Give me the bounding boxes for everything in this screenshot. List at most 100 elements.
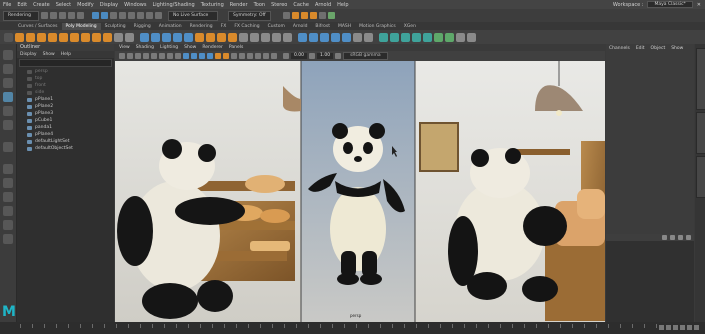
- outliner-item[interactable]: top: [17, 75, 114, 82]
- step-back-icon[interactable]: [666, 325, 671, 330]
- menu-select[interactable]: Select: [53, 2, 74, 8]
- channel-menu-channels[interactable]: Channels: [609, 46, 630, 58]
- layer-move-up-icon[interactable]: [662, 235, 667, 240]
- viewport-menu-shading[interactable]: Shading: [136, 44, 154, 51]
- boolean-icon[interactable]: [173, 32, 182, 42]
- time-slider[interactable]: [0, 322, 705, 334]
- outliner-item[interactable]: persp: [17, 68, 114, 75]
- menu-file[interactable]: File: [0, 2, 14, 8]
- select-object-icon[interactable]: [101, 12, 108, 19]
- exposure-value[interactable]: 0.00: [291, 53, 308, 59]
- platonic-solid-icon[interactable]: [92, 32, 101, 42]
- smooth-shade-icon[interactable]: [191, 53, 197, 59]
- image-plane-icon[interactable]: [135, 53, 141, 59]
- use-all-lights-icon[interactable]: [215, 53, 221, 59]
- fill-hole-icon[interactable]: [228, 32, 237, 42]
- new-layer-selected-icon[interactable]: [686, 235, 691, 240]
- menuset-dropdown[interactable]: Rendering: [3, 10, 39, 21]
- new-layer-icon[interactable]: [678, 235, 683, 240]
- shelf-tab-rendering[interactable]: Rendering: [186, 23, 217, 30]
- offset-edge-icon[interactable]: [320, 32, 329, 42]
- edge-loop-icon[interactable]: [283, 32, 292, 42]
- menu-toon[interactable]: Toon: [251, 2, 269, 8]
- open-scene-icon[interactable]: [50, 12, 57, 19]
- select-component-icon[interactable]: [110, 12, 117, 19]
- arnold-render-view-icon[interactable]: [327, 12, 335, 19]
- xray-icon[interactable]: [263, 53, 269, 59]
- select-tool-icon[interactable]: [3, 50, 13, 60]
- bookmark-icon[interactable]: [127, 53, 133, 59]
- poly-torus-icon[interactable]: [59, 32, 68, 42]
- poly-sphere-icon[interactable]: [15, 32, 24, 42]
- outliner-item[interactable]: pPlane3: [17, 110, 114, 117]
- cleanup-icon[interactable]: [467, 32, 476, 42]
- smooth-icon[interactable]: [162, 32, 171, 42]
- shadows-icon[interactable]: [223, 53, 229, 59]
- four-view-layout-icon[interactable]: [3, 178, 13, 188]
- xray-joints-icon[interactable]: [271, 53, 277, 59]
- camera-attributes-icon[interactable]: [119, 53, 125, 59]
- outliner-item[interactable]: pPlane1: [17, 96, 114, 103]
- combine-icon[interactable]: [140, 32, 149, 42]
- persp-graph-layout-icon[interactable]: [3, 206, 13, 216]
- reduce-icon[interactable]: [456, 32, 465, 42]
- undo-icon[interactable]: [68, 12, 75, 19]
- target-weld-icon[interactable]: [261, 32, 270, 42]
- move-tool-icon[interactable]: [3, 92, 13, 102]
- save-scene-icon[interactable]: [59, 12, 66, 19]
- poly-disc-icon[interactable]: [81, 32, 90, 42]
- svg-tool-icon[interactable]: [125, 32, 134, 42]
- wireframe-on-shaded-icon[interactable]: [199, 53, 205, 59]
- screen-space-ao-icon[interactable]: [231, 53, 237, 59]
- shelf-tab-sculpting[interactable]: Sculpting: [101, 23, 130, 30]
- menu-render[interactable]: Render: [227, 2, 251, 8]
- menu-lighting-shading[interactable]: Lighting/Shading: [149, 2, 197, 8]
- snap-point-icon[interactable]: [137, 12, 144, 19]
- redo-icon[interactable]: [77, 12, 84, 19]
- outliner-item[interactable]: pPlane2: [17, 103, 114, 110]
- poly-cube-icon[interactable]: [26, 32, 35, 42]
- render-current-frame-icon[interactable]: [291, 12, 299, 19]
- window-close-icon[interactable]: ✕: [697, 2, 701, 8]
- shelf-tab-mash[interactable]: MASH: [334, 23, 355, 30]
- snap-surface-icon[interactable]: [155, 12, 162, 19]
- outliner-menu-display[interactable]: Display: [20, 51, 37, 58]
- poly-cone-icon[interactable]: [48, 32, 57, 42]
- viewport-3d[interactable]: persp: [115, 61, 605, 322]
- film-gate-icon[interactable]: [151, 53, 157, 59]
- outliner-item[interactable]: pCube1: [17, 117, 114, 124]
- outliner-item[interactable]: pPlane4: [17, 131, 114, 138]
- hypershade-layout-icon[interactable]: [3, 220, 13, 230]
- textured-icon[interactable]: [207, 53, 213, 59]
- ipr-render-icon[interactable]: [300, 12, 308, 19]
- flip-icon[interactable]: [342, 32, 351, 42]
- layout-uv-icon[interactable]: [445, 32, 454, 42]
- mirror-icon[interactable]: [184, 32, 193, 42]
- auto-map-icon[interactable]: [401, 32, 410, 42]
- tab-attribute-editor[interactable]: [696, 156, 705, 198]
- menu-help[interactable]: Help: [334, 2, 351, 8]
- view-transform-dropdown[interactable]: sRGB gamma: [343, 52, 388, 60]
- step-forward-icon[interactable]: [687, 325, 692, 330]
- channel-menu-edit[interactable]: Edit: [636, 46, 645, 58]
- shelf-tab-arnold[interactable]: Arnold: [289, 23, 312, 30]
- outliner-menu-help[interactable]: Help: [61, 51, 71, 58]
- outliner-item[interactable]: side: [17, 89, 114, 96]
- field-chart-icon[interactable]: [175, 53, 181, 59]
- tab-channel-box-layer-editor[interactable]: [696, 48, 705, 110]
- triangulate-icon[interactable]: [353, 32, 362, 42]
- bevel-icon[interactable]: [217, 32, 226, 42]
- collapse-icon[interactable]: [309, 32, 318, 42]
- channel-menu-object[interactable]: Object: [651, 46, 666, 58]
- viewport-menu-renderer[interactable]: Renderer: [202, 44, 223, 51]
- unfold-icon[interactable]: [434, 32, 443, 42]
- grid-icon[interactable]: [143, 53, 149, 59]
- shelf-tab-xgen[interactable]: XGen: [400, 23, 420, 30]
- live-surface-dropdown[interactable]: No Live Surface: [168, 10, 218, 21]
- extrude-icon[interactable]: [195, 32, 204, 42]
- viewport-menu-show[interactable]: Show: [184, 44, 196, 51]
- tab-modeling-toolkit[interactable]: [696, 112, 705, 154]
- gate-mask-icon[interactable]: [167, 53, 173, 59]
- slide-edge-icon[interactable]: [331, 32, 340, 42]
- quad-draw-icon[interactable]: [272, 32, 281, 42]
